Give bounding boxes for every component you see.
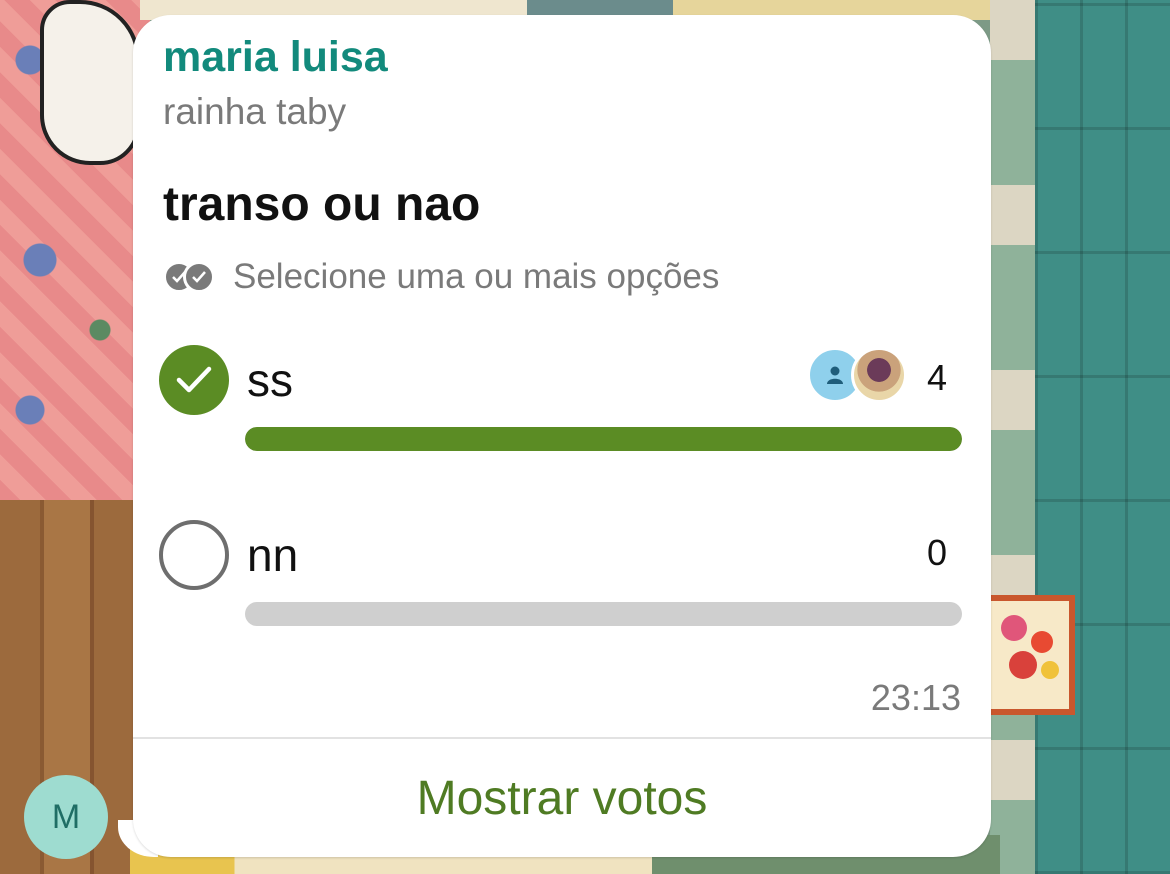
poll-option-progress xyxy=(245,602,962,626)
author-line: rainha taby xyxy=(163,91,347,132)
poll-option-label: ss xyxy=(247,354,293,406)
multi-select-icon xyxy=(163,259,219,295)
sender-name[interactable]: maria luisa xyxy=(163,33,388,82)
show-votes-button[interactable]: Mostrar votos xyxy=(133,739,991,857)
wallpaper-flower-frame xyxy=(985,595,1075,715)
poll-option-progress xyxy=(245,427,962,451)
poll-message-bubble[interactable]: maria luisa rainha taby transo ou nao Se… xyxy=(133,15,991,857)
poll-hint-text: Selecione uma ou mais opções xyxy=(233,257,720,296)
empty-circle-icon[interactable] xyxy=(159,520,229,590)
poll-option-label: nn xyxy=(247,529,299,581)
avatar-initial: M xyxy=(51,797,81,836)
poll-hint: Selecione uma ou mais opções xyxy=(163,257,719,297)
poll-option-votes: 4 xyxy=(926,357,947,398)
poll-option-nn[interactable]: nn 0 xyxy=(159,520,969,640)
poll-option-progress-fill xyxy=(245,427,962,451)
sender-avatar[interactable]: M xyxy=(24,775,108,859)
message-timestamp: 23:13 xyxy=(870,677,961,718)
poll-option-ss[interactable]: ss 4 xyxy=(159,345,969,465)
voter-photo-avatar xyxy=(851,347,907,403)
wallpaper-cow-drawing xyxy=(40,0,140,165)
checkmark-icon[interactable] xyxy=(159,345,229,415)
voter-avatars[interactable] xyxy=(807,347,907,403)
poll-option-votes: 0 xyxy=(926,532,947,573)
wallpaper-tiles xyxy=(990,0,1170,874)
poll-question: transo ou nao xyxy=(163,178,481,231)
